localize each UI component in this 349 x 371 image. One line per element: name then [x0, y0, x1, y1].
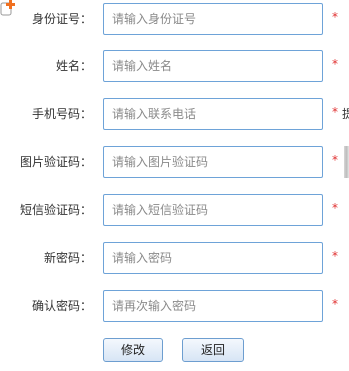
sms-code-input[interactable] — [103, 194, 323, 226]
id-number-input[interactable] — [103, 3, 323, 35]
required-mark: * — [332, 297, 338, 311]
name-row: 姓名： * — [0, 50, 349, 82]
required-mark: * — [332, 105, 338, 119]
image-captcha-input[interactable] — [103, 146, 323, 178]
required-mark: * — [332, 153, 338, 167]
submit-button[interactable]: 修改 — [103, 338, 163, 362]
required-mark: * — [332, 10, 338, 24]
edit-pencil-icon — [0, 0, 15, 16]
new-password-input[interactable] — [103, 242, 323, 274]
confirm-password-input[interactable] — [103, 290, 323, 322]
image-captcha-label: 图片验证码： — [19, 155, 92, 169]
new-password-label: 新密码： — [43, 251, 92, 265]
back-button[interactable]: 返回 — [182, 338, 244, 362]
required-mark: * — [332, 201, 338, 215]
name-input[interactable] — [103, 50, 323, 82]
confirm-password-label: 确认密码： — [31, 299, 92, 313]
id-number-row: 身份证号： * — [0, 3, 349, 35]
confirm-password-row: 确认密码： * — [0, 290, 349, 322]
new-password-row: 新密码： * — [0, 242, 349, 274]
name-label: 姓名： — [55, 59, 92, 73]
phone-input[interactable] — [103, 98, 323, 130]
id-number-label: 身份证号： — [31, 12, 92, 26]
image-captcha-row: 图片验证码： * — [0, 146, 349, 178]
phone-label: 手机号码： — [31, 107, 92, 121]
sms-code-label: 短信验证码： — [19, 203, 92, 217]
captcha-image[interactable] — [344, 146, 349, 178]
phone-row: 手机号码： * 提 — [0, 98, 349, 130]
required-mark: * — [332, 249, 338, 263]
sms-code-row: 短信验证码： * — [0, 194, 349, 226]
required-mark: * — [332, 57, 338, 71]
phone-hint-text: 提 — [342, 107, 349, 121]
